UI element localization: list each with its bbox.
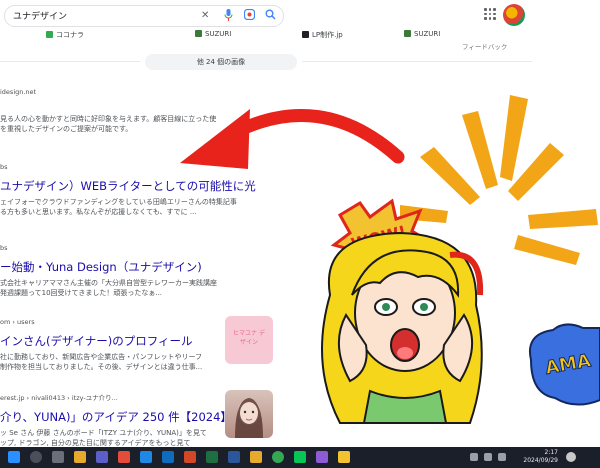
windows-taskbar: 2:17 2024/09/29 [0, 447, 600, 468]
line-icon[interactable] [294, 451, 306, 463]
search-result-3: bs ー始動・Yuna Design（ユナデザイン) 式会社キャリアママさん主催… [0, 244, 217, 298]
folder-icon[interactable] [250, 451, 262, 463]
result-snippet-line: 式会社キャリアママさん主催の「大分県自営型テレワーカー実践講座 [0, 279, 217, 287]
suzuri-icon [404, 30, 411, 37]
result-snippet-line: 社に勤務しており、新聞広告や企業広告・パンフレットやリーフ [0, 353, 203, 361]
chip-label: SUZURI [205, 30, 232, 38]
search-header: ユナデザイン ✕ [0, 0, 600, 28]
system-clock[interactable]: 2:17 2024/09/29 [510, 449, 558, 465]
chip-label: ココナラ [56, 31, 84, 39]
image-source-chips: ココナラ SUZURI LP制作.jp SUZURI [0, 28, 600, 44]
app-icon[interactable] [338, 451, 350, 463]
taskbar-search-icon[interactable] [30, 451, 42, 463]
search-icon[interactable] [265, 9, 276, 25]
notification-icon[interactable] [566, 452, 576, 462]
result-snippet-line: 発週課題って10回受けてきました！頑張ったなぁ... [0, 289, 163, 297]
result-cite[interactable]: om › users [0, 318, 202, 326]
amazing-sticker: AMA [529, 323, 600, 406]
apps-grid-icon[interactable] [484, 8, 496, 20]
chip-label: LP制作.jp [312, 31, 343, 39]
clock-time: 2:17 [544, 449, 558, 456]
battery-icon[interactable] [498, 453, 506, 461]
edge-icon[interactable] [140, 451, 152, 463]
lp-icon [302, 31, 309, 38]
clock-date: 2024/09/29 [523, 457, 558, 464]
result-thumbnail[interactable]: ヒマユナ デザイン [225, 316, 273, 364]
search-result-4: om › users インさん(デザイナー)のプロフィール 社に勤務しており、新… [0, 318, 202, 372]
file-explorer-icon[interactable] [74, 451, 86, 463]
portrait-photo-icon [235, 398, 263, 438]
more-images-button[interactable]: 他 24 個の画像 [145, 54, 297, 70]
red-arrow-icon [180, 109, 405, 169]
result-snippet-line: ッ Se さん 伊藤 さんのボード「ITZY ユナ(介り、YUNA)」を見て [0, 429, 207, 437]
divider [0, 61, 140, 62]
task-view-icon[interactable] [52, 451, 64, 463]
account-avatar[interactable] [503, 4, 525, 26]
chip-label: SUZURI [414, 30, 441, 38]
result-title-link[interactable]: 介り、YUNA)」のアイデア 250 件【2024】 [0, 409, 232, 425]
result-title-link[interactable]: ー始動・Yuna Design（ユナデザイン) [0, 259, 217, 275]
result-cite[interactable]: erest.jp › nivali0413 › itzy-ユナ介り... [0, 392, 232, 402]
chip-lp-seisaku[interactable]: LP制作.jp [302, 30, 343, 42]
search-input[interactable]: ユナデザイン ✕ [4, 5, 284, 27]
windows-start-icon[interactable] [8, 451, 20, 463]
chip-suzuri-2[interactable]: SUZURI [404, 30, 440, 42]
feedback-link[interactable]: フィードバック [462, 41, 507, 51]
teams-icon[interactable] [96, 451, 108, 463]
powerpoint-icon[interactable] [184, 451, 196, 463]
word-icon[interactable] [228, 451, 240, 463]
search-result-5: erest.jp › nivali0413 › itzy-ユナ介り... 介り、… [0, 392, 232, 448]
clear-icon[interactable]: ✕ [201, 9, 209, 23]
app-icon[interactable] [118, 451, 130, 463]
result-snippet-line: 制作物を担当しておりました。その後、デザインとは違う仕事... [0, 363, 203, 371]
chrome-icon[interactable] [272, 451, 284, 463]
chip-coconala[interactable]: ココナラ [46, 30, 84, 42]
camera-lens-icon[interactable] [243, 8, 256, 25]
excel-icon[interactable] [206, 451, 218, 463]
search-query-text: ユナデザイン [13, 12, 68, 22]
result-thumbnail-photo[interactable] [225, 390, 273, 438]
chip-suzuri-1[interactable]: SUZURI [195, 30, 231, 42]
outlook-icon[interactable] [162, 451, 174, 463]
volume-icon[interactable] [484, 453, 492, 461]
coconala-icon [46, 31, 53, 38]
result-snippet-line: る方も多いと思います。私なんぞが応援しなくても、すでに ... [0, 208, 197, 216]
surprised-girl-illustration: WOW! [321, 198, 484, 424]
result-title-link[interactable]: インさん(デザイナー)のプロフィール [0, 333, 202, 349]
microphone-icon[interactable] [224, 9, 233, 26]
divider [302, 61, 532, 62]
thumbnail-text: ヒマユナ デザイン [233, 330, 265, 346]
result-cite[interactable]: bs [0, 244, 217, 252]
app-icon[interactable] [316, 451, 328, 463]
wifi-icon[interactable] [470, 453, 478, 461]
suzuri-icon [195, 30, 202, 37]
